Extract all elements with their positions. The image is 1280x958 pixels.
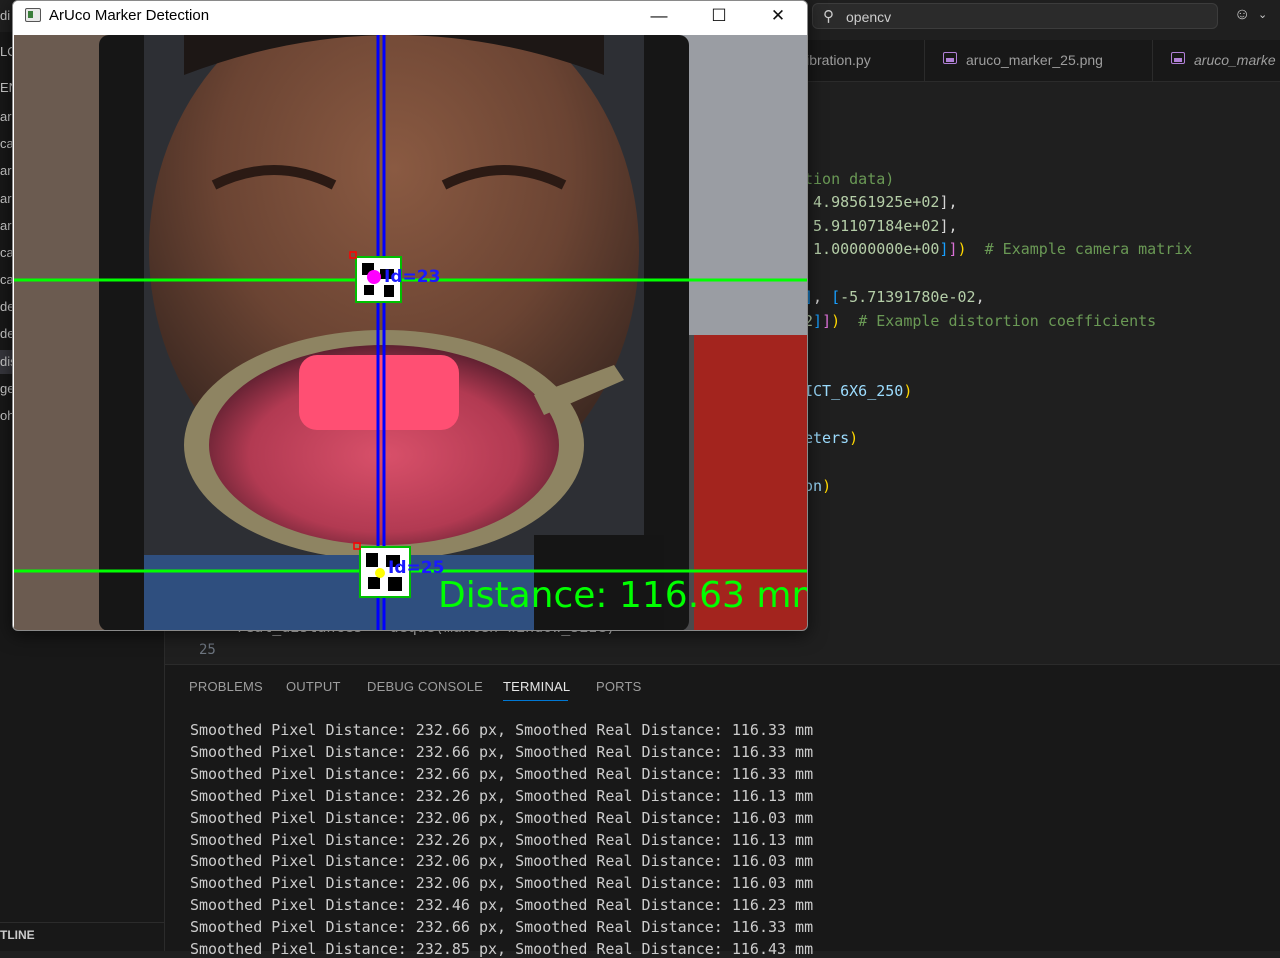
image-file-icon — [943, 52, 957, 64]
code-token: ) — [822, 477, 832, 495]
titlebar-text: di — [0, 8, 11, 23]
terminal-line: Smoothed Pixel Distance: 232.66 px, Smoo… — [190, 721, 814, 739]
terminal-line: Smoothed Pixel Distance: 232.06 px, Smoo… — [190, 874, 814, 893]
terminal-line: Smoothed Pixel Distance: 232.66 px, Smoo… — [190, 918, 814, 937]
tab-label: libration.py — [803, 52, 871, 68]
code-token: ] — [822, 312, 832, 330]
code-line: 1.00000000e+00]]) # Example camera matri… — [804, 240, 1192, 258]
code-line: eters) — [804, 429, 858, 447]
tab-problems[interactable]: PROBLEMS — [189, 679, 263, 694]
app-icon — [25, 8, 41, 22]
code-line: 4.98561925e+02], — [804, 193, 958, 211]
code-token: ) — [903, 382, 913, 400]
sidebar-item[interactable]: ar — [0, 218, 12, 233]
code-token: 4.98561925e+02 — [813, 193, 940, 211]
code-token: ], — [939, 193, 958, 211]
terminal-line: Smoothed Pixel Distance: 232.46 px, Smoo… — [190, 896, 814, 915]
image-file-icon — [1171, 52, 1185, 64]
window-titlebar[interactable]: ArUco Marker Detection — ☐ ✕ — [13, 1, 807, 32]
chevron-down-icon[interactable]: ⌄ — [1258, 8, 1267, 21]
code-token: 1.00000000e+00 — [813, 240, 940, 258]
tab-label: aruco_marker_25.png — [966, 52, 1103, 68]
tab-ports[interactable]: PORTS — [596, 679, 642, 694]
tab-output[interactable]: OUTPUT — [286, 679, 341, 694]
code-token: ] — [948, 240, 958, 258]
active-tab-indicator — [503, 700, 568, 701]
sidebar-item[interactable]: ar — [0, 163, 12, 178]
code-line: 5.91107184e+02], — [804, 217, 958, 235]
command-center-search[interactable]: ⚲ opencv — [812, 3, 1218, 29]
terminal-line: Smoothed Pixel Distance: 232.66 px, Smoo… — [190, 742, 814, 761]
divider — [0, 922, 164, 923]
code-line: ICT_6X6_250) — [804, 382, 912, 400]
terminal-line: Smoothed Pixel Distance: 232.66 px, Smoo… — [190, 764, 814, 783]
tab-aruco-marker[interactable]: aruco_marke — [1153, 40, 1280, 81]
code-token: ) — [957, 240, 967, 258]
code-token: ) — [849, 429, 859, 447]
sidebar-item[interactable]: ar — [0, 191, 12, 206]
code-token: # Example distortion coefficients — [858, 312, 1157, 330]
tab-calibration-py[interactable]: libration.py — [795, 40, 925, 81]
code-token: 5.91107184e+02 — [813, 217, 940, 235]
terminal-line: Smoothed Pixel Distance: 232.85 px, Smoo… — [190, 940, 814, 958]
tab-label: aruco_marke — [1194, 52, 1276, 68]
code-token: ] — [813, 312, 823, 330]
copilot-icon[interactable]: ☺ — [1234, 6, 1250, 24]
code-token: [ — [831, 288, 841, 306]
marker-bottom-label: Id=25 — [388, 558, 444, 578]
code-token: eters — [804, 429, 850, 447]
tab-debug-console[interactable]: DEBUG CONSOLE — [367, 679, 483, 694]
maximize-button[interactable]: ☐ — [696, 1, 742, 32]
camera-frame: Id=23 Id=25 Distance: 116.63 mm — [14, 35, 808, 630]
tab-aruco-marker-25[interactable]: aruco_marker_25.png — [925, 40, 1153, 81]
close-button[interactable]: ✕ — [755, 1, 801, 32]
distance-readout: Distance: 116.63 mm — [438, 575, 808, 616]
code-line: 2]]) # Example distortion coefficients — [804, 312, 1156, 330]
code-line: ], [-5.71391780e-02, — [804, 288, 985, 306]
sidebar-item[interactable]: ar — [0, 109, 12, 124]
code-token: ) — [831, 312, 841, 330]
code-token: ], — [939, 217, 958, 235]
aruco-detection-window[interactable]: ArUco Marker Detection — ☐ ✕ Id=23 Id=25… — [12, 0, 808, 631]
outline-section-header[interactable]: TLINE — [0, 928, 35, 942]
terminal-line: Smoothed Pixel Distance: 232.26 px, Smoo… — [190, 830, 814, 849]
search-icon: ⚲ — [823, 8, 834, 25]
code-token: tion data) — [804, 170, 895, 188]
bottom-panel: PROBLEMS OUTPUT DEBUG CONSOLE TERMINAL P… — [165, 664, 1280, 958]
tab-terminal[interactable]: TERMINAL — [503, 679, 570, 694]
code-line: tion data) — [804, 170, 894, 188]
window-title: ArUco Marker Detection — [49, 7, 210, 24]
line-number: 25 — [199, 642, 216, 658]
code-token: ICT_6X6_250 — [804, 382, 904, 400]
terminal-line: Smoothed Pixel Distance: 232.26 px, Smoo… — [190, 786, 814, 805]
code-line: on) — [804, 477, 831, 495]
code-token: ] — [939, 240, 949, 258]
terminal-line: Smoothed Pixel Distance: 232.06 px, Smoo… — [190, 808, 814, 827]
marker-top-label: Id=23 — [384, 267, 440, 287]
terminal-line: Smoothed Pixel Distance: 232.06 px, Smoo… — [190, 852, 814, 871]
search-text: opencv — [846, 9, 892, 25]
code-token: -5.71391780e-02 — [840, 288, 976, 306]
code-token: , — [975, 288, 985, 306]
code-token: , — [813, 288, 832, 306]
minimize-button[interactable]: — — [636, 1, 682, 32]
code-token: # Example camera matrix — [984, 240, 1193, 258]
